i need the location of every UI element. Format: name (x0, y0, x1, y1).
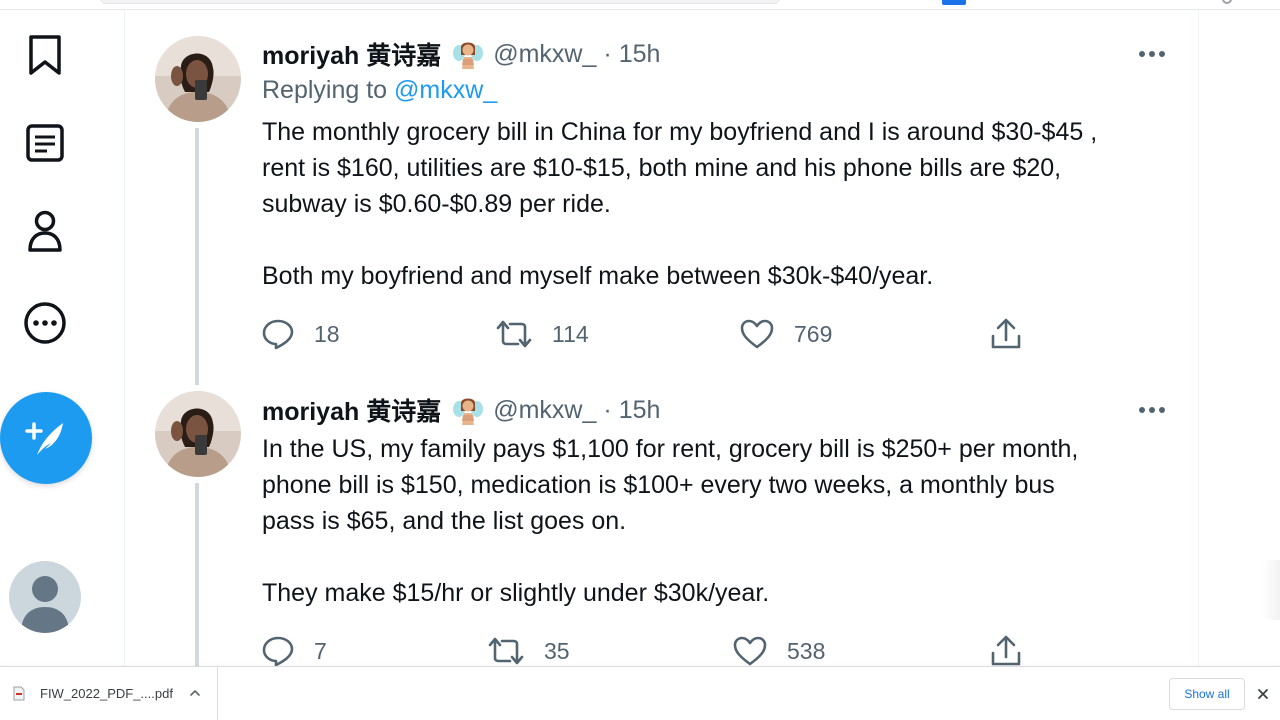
close-icon[interactable] (1255, 686, 1271, 702)
author-handle[interactable]: @mkxw_ (493, 396, 596, 425)
more-icon[interactable] (22, 300, 68, 346)
tweet-more-button[interactable] (1136, 38, 1168, 70)
like-button[interactable]: 538 (733, 631, 825, 671)
share-icon (991, 318, 1021, 349)
compose-tweet-button[interactable] (0, 392, 92, 484)
tweet-text-line: subway is $0.60-$0.89 per ride. (262, 190, 611, 218)
share-button[interactable] (990, 631, 1022, 671)
fairy-emoji-icon (453, 39, 484, 69)
scroll-edge-shadow (1262, 560, 1280, 620)
like-count: 538 (787, 637, 826, 664)
show-all-button[interactable]: Show all (1169, 678, 1245, 710)
reply-icon (262, 319, 294, 350)
address-bar[interactable] (100, 0, 780, 4)
reply-icon (262, 636, 294, 667)
chevron-up-icon[interactable] (188, 686, 202, 700)
like-button[interactable]: 769 (740, 314, 832, 354)
tweet-text: In the US, my family pays $1,100 for ren… (262, 431, 1182, 611)
download-item[interactable]: FIW_2022_PDF_....pdf (0, 667, 218, 720)
share-icon (991, 635, 1021, 666)
share-button[interactable] (990, 314, 1022, 354)
separator: · (603, 39, 612, 68)
new-badge (942, 0, 966, 5)
tweet-text-line: The monthly grocery bill in China for my… (262, 118, 1098, 146)
tweet-actions: 18 114 769 (262, 314, 1022, 354)
author-name[interactable]: moriyah 黄诗嘉 (262, 392, 441, 428)
compose-tweet-icon (25, 422, 63, 455)
tweet-more-button[interactable] (1136, 394, 1168, 426)
retweet-icon (496, 320, 532, 348)
reply-button[interactable]: 18 (262, 314, 340, 354)
tweet-text-line: In the US, my family pays $1,100 for ren… (262, 435, 1079, 463)
reply-button[interactable]: 7 (262, 631, 327, 671)
more-horizontal-icon (1139, 407, 1165, 413)
tweet-text-line: pass is $65, and the list goes on. (262, 507, 627, 535)
heart-icon (733, 636, 767, 666)
author-handle[interactable]: @mkxw_ (493, 40, 596, 69)
reply-count: 7 (314, 637, 327, 664)
download-file-name: FIW_2022_PDF_....pdf (40, 686, 173, 701)
browser-toolbar-icon[interactable] (1222, 0, 1232, 4)
tweet-header: moriyah 黄诗嘉 @mkxw_ · 15h (262, 36, 660, 72)
pdf-file-icon (13, 686, 25, 701)
tweet-text-line: Both my boyfriend and myself make betwee… (262, 262, 934, 290)
retweet-button[interactable]: 114 (496, 314, 589, 354)
column-divider-right (1198, 10, 1199, 666)
tweet-text-line: They make $15/hr or slightly under $30k/… (262, 579, 770, 607)
default-avatar-icon (21, 576, 69, 633)
bookmark-icon[interactable] (22, 32, 68, 78)
left-nav (0, 10, 124, 666)
more-horizontal-icon (1139, 51, 1165, 57)
tweet-timestamp[interactable]: 15h (619, 40, 661, 69)
retweet-icon (488, 637, 524, 665)
tweet[interactable]: moriyah 黄诗嘉 @mkxw_ · 15h Replying to @mk… (125, 30, 1198, 385)
author-name[interactable]: moriyah 黄诗嘉 (262, 36, 441, 72)
tweet[interactable]: moriyah 黄诗嘉 @mkxw_ · 15h In the US, my f… (125, 385, 1198, 673)
retweet-button[interactable]: 35 (488, 631, 570, 671)
retweet-count: 35 (544, 637, 570, 664)
tweet-text-line: rent is $160, utilities are $10-$15, bot… (262, 154, 1062, 182)
thread-line (195, 128, 199, 385)
author-avatar[interactable] (155, 36, 241, 122)
heart-icon (740, 319, 774, 349)
replying-to-label: Replying to (262, 76, 388, 104)
fairy-emoji-icon (453, 395, 484, 425)
separator: · (603, 395, 612, 424)
browser-top-strip (0, 0, 1280, 10)
tweet-text-line: phone bill is $150, medication is $100+ … (262, 471, 1055, 499)
tweet-actions: 7 35 538 (262, 631, 1022, 671)
like-count: 769 (794, 320, 833, 347)
account-avatar[interactable] (9, 561, 81, 633)
lists-icon[interactable] (22, 120, 68, 166)
profile-icon[interactable] (22, 208, 68, 254)
replying-to: Replying to @mkxw_ (262, 76, 497, 105)
replying-to-mention[interactable]: @mkxw_ (394, 76, 497, 104)
tweet-timestamp[interactable]: 15h (619, 396, 661, 425)
reply-count: 18 (314, 320, 340, 347)
tweet-text: The monthly grocery bill in China for my… (262, 114, 1182, 294)
download-bar: FIW_2022_PDF_....pdf Show all (0, 666, 1280, 720)
retweet-count: 114 (552, 320, 589, 347)
author-avatar[interactable] (155, 391, 241, 477)
thread-line (195, 483, 199, 673)
tweet-header: moriyah 黄诗嘉 @mkxw_ · 15h (262, 392, 660, 428)
